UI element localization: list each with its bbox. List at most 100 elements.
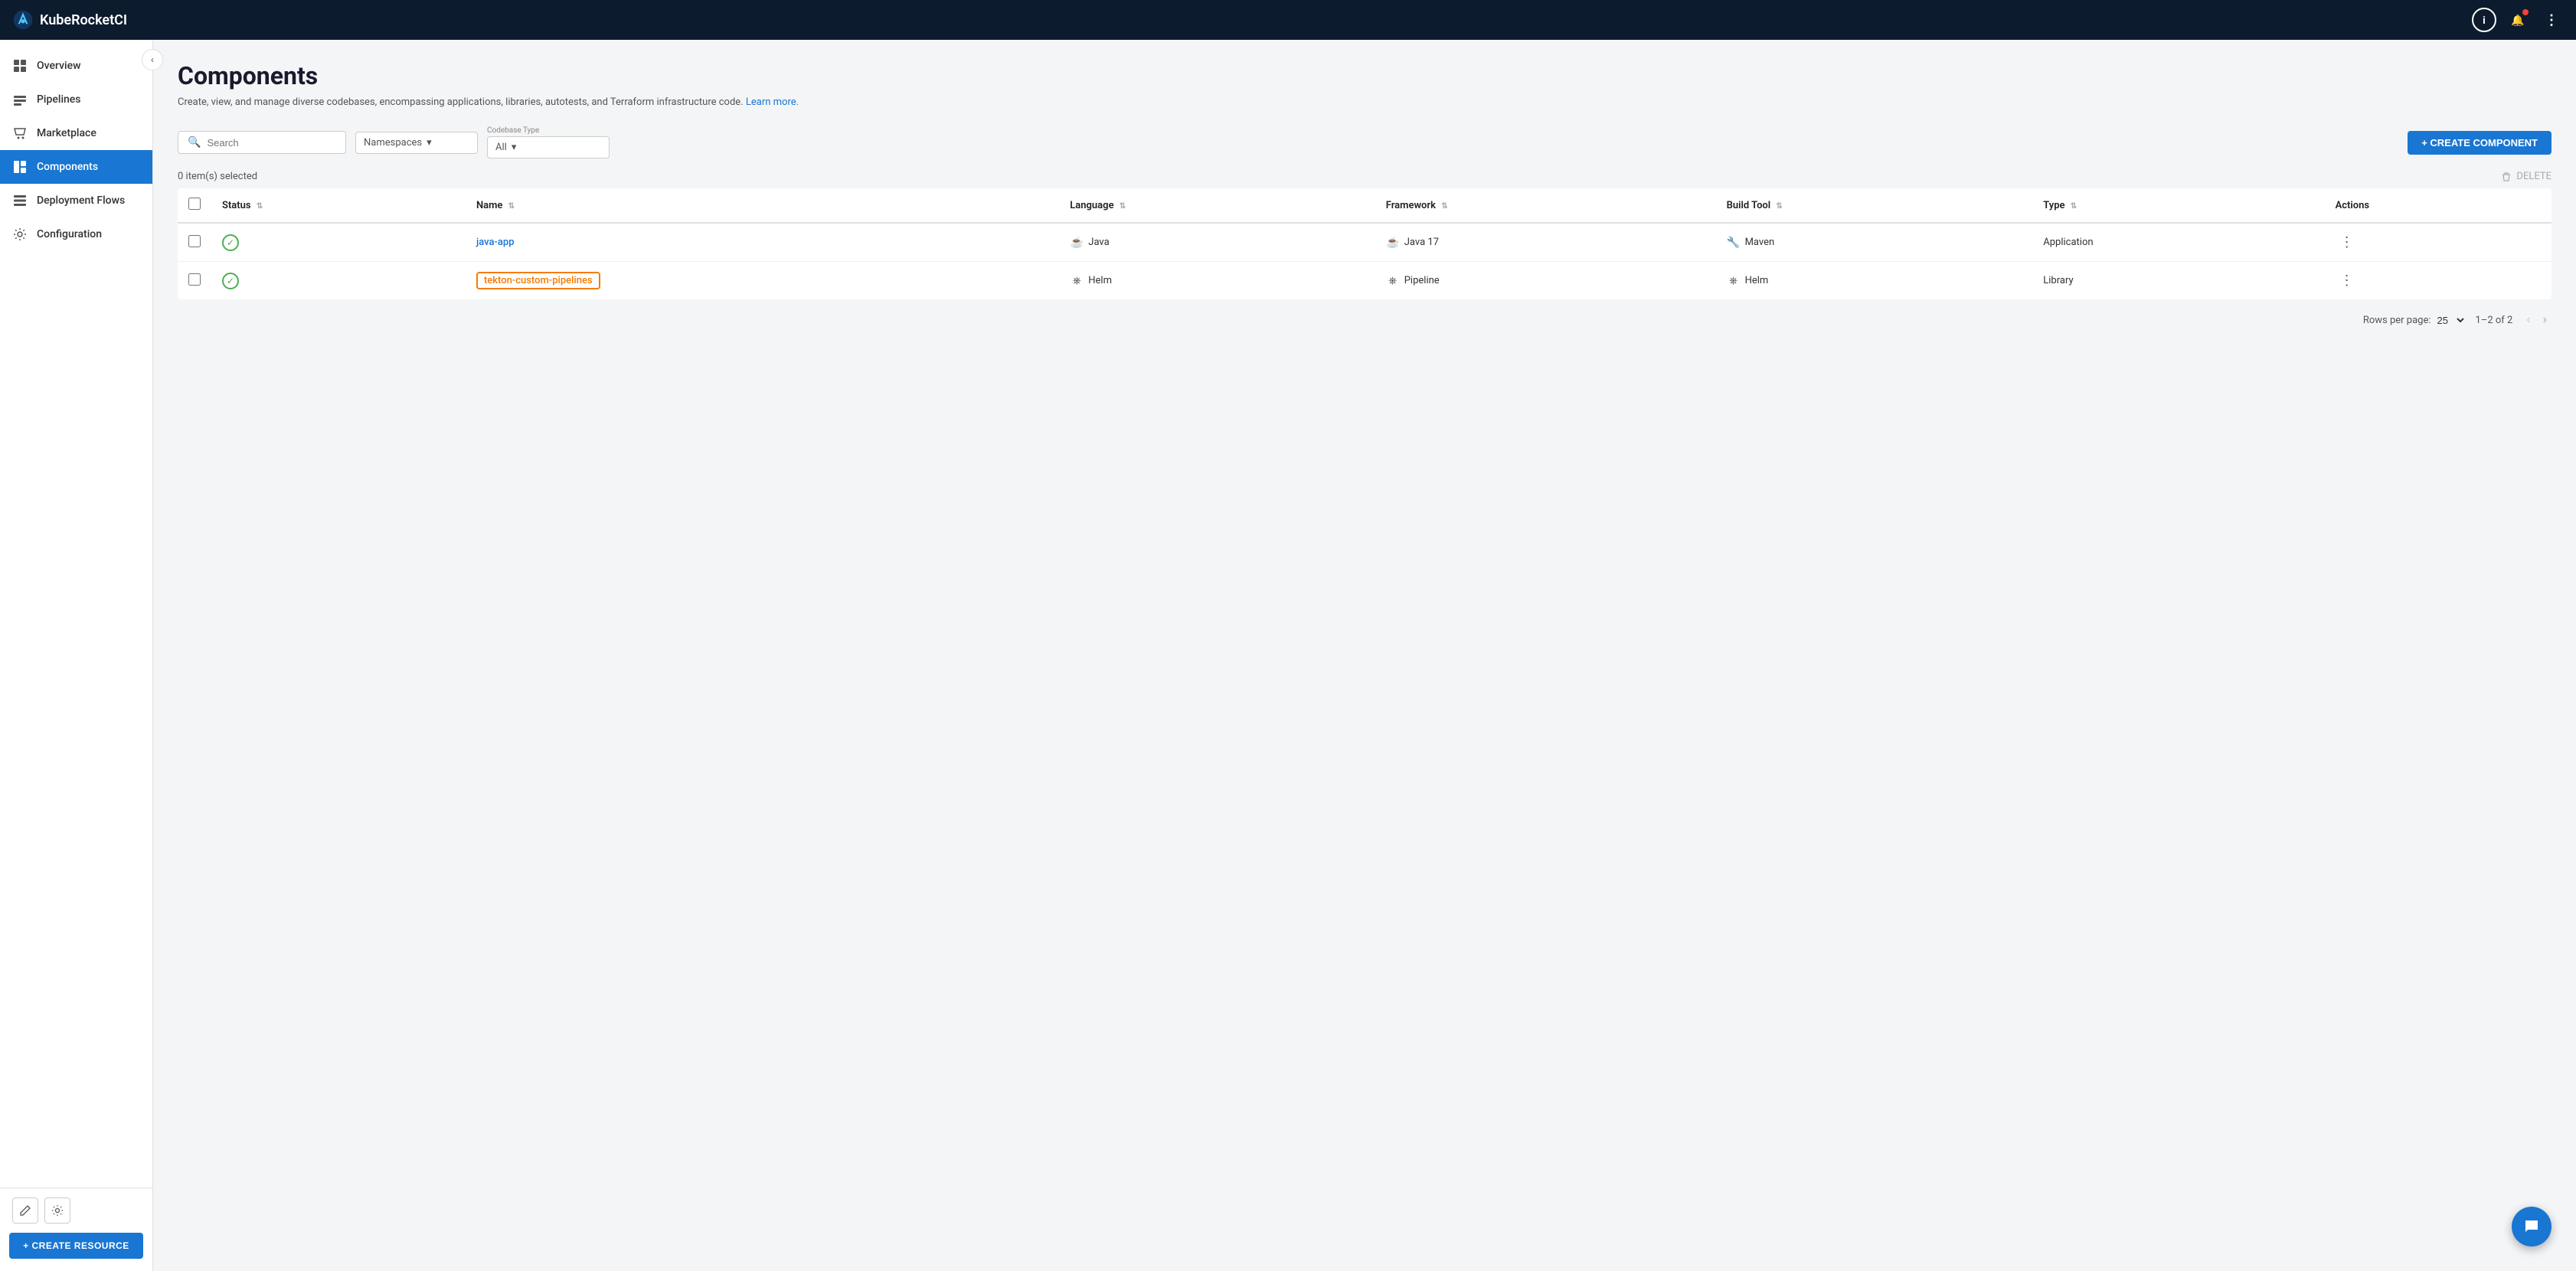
overview-icon <box>12 58 28 74</box>
row-build-tool-cell: 🔧 Maven <box>1716 223 2033 262</box>
deployment-flows-icon <box>12 193 28 208</box>
page-description: Create, view, and manage diverse codebas… <box>178 96 2551 108</box>
select-all-checkbox[interactable] <box>188 198 201 210</box>
pagination-prev-button[interactable]: ‹ <box>2522 312 2535 328</box>
topnav-actions: i 🔔 ⋮ <box>2472 8 2564 32</box>
pagination-next-button[interactable]: › <box>2538 312 2551 328</box>
table-header-checkbox <box>178 188 211 223</box>
table-header-type: Type ⇅ <box>2032 188 2324 223</box>
row-actions-cell: ⋮ <box>2325 262 2551 300</box>
row-checkbox-cell <box>178 262 211 300</box>
sidebar-item-configuration[interactable]: Configuration <box>0 217 152 251</box>
sidebar-deployment-flows-label: Deployment Flows <box>37 194 125 207</box>
marketplace-icon <box>12 126 28 141</box>
row-status-cell: ✓ <box>211 223 466 262</box>
sidebar-item-marketplace[interactable]: Marketplace <box>0 116 152 150</box>
app-name: KubeRocketCI <box>40 12 127 28</box>
search-input[interactable] <box>207 137 336 149</box>
row-language-cell: ☕ Java <box>1059 223 1375 262</box>
row-checkbox[interactable] <box>188 235 201 247</box>
language-sort-icon: ⇅ <box>1120 202 1126 211</box>
configuration-icon <box>12 227 28 242</box>
codebase-type-select[interactable]: All ▾ <box>487 136 610 158</box>
language-icon: ⎈ <box>1070 274 1084 288</box>
search-box: 🔍 <box>178 131 346 154</box>
layout: ‹ Overview Pipelines Marketplace <box>0 40 2576 1271</box>
status-ok-icon: ✓ <box>222 273 239 289</box>
sidebar-item-pipelines[interactable]: Pipelines <box>0 83 152 116</box>
table-row: ✓ java-app ☕ Java ☕ Java 17 🔧 Maven Appl… <box>178 223 2551 262</box>
delete-button[interactable]: DELETE <box>2501 171 2551 182</box>
notification-button[interactable]: 🔔 <box>2506 8 2530 32</box>
sidebar-item-overview[interactable]: Overview <box>0 49 152 83</box>
row-framework-cell: ⎈ Pipeline <box>1375 262 1716 300</box>
row-checkbox-cell <box>178 223 211 262</box>
pipelines-icon <box>12 92 28 107</box>
table-row: ✓ tekton-custom-pipelines ⎈ Helm ⎈ Pipel… <box>178 262 2551 300</box>
table-header-framework: Framework ⇅ <box>1375 188 1716 223</box>
row-checkbox[interactable] <box>188 273 201 286</box>
sidebar-pipelines-label: Pipelines <box>37 93 81 106</box>
app-logo: KubeRocketCI <box>12 9 2472 31</box>
codebase-type-chevron-icon: ▾ <box>512 142 517 153</box>
sidebar-item-deployment-flows[interactable]: Deployment Flows <box>0 184 152 217</box>
framework-sort-icon: ⇅ <box>1441 202 1447 211</box>
sidebar-bottom <box>0 1188 152 1233</box>
row-name-cell: tekton-custom-pipelines <box>466 262 1059 300</box>
framework-value: Java 17 <box>1404 237 1439 248</box>
table-header-status: Status ⇅ <box>211 188 466 223</box>
row-language-cell: ⎈ Helm <box>1059 262 1375 300</box>
build-tool-icon: 🔧 <box>1727 236 1741 250</box>
create-resource-button[interactable]: + CREATE RESOURCE <box>9 1233 143 1259</box>
search-icon: 🔍 <box>188 136 201 149</box>
sidebar-configuration-label: Configuration <box>37 228 102 240</box>
chat-fab-button[interactable] <box>2512 1207 2551 1246</box>
framework-icon: ☕ <box>1386 236 1400 250</box>
framework-value: Pipeline <box>1404 275 1440 286</box>
name-sort-icon: ⇅ <box>508 202 515 211</box>
row-status-cell: ✓ <box>211 262 466 300</box>
build-tool-icon: ⎈ <box>1727 274 1741 288</box>
row-actions-button[interactable]: ⋮ <box>2336 271 2359 290</box>
sidebar-collapse-button[interactable]: ‹ <box>142 49 163 70</box>
status-sort-icon: ⇅ <box>257 202 263 211</box>
table-header-name: Name ⇅ <box>466 188 1059 223</box>
main-content: Components Create, view, and manage dive… <box>153 40 2576 1271</box>
status-ok-icon: ✓ <box>222 234 239 251</box>
table-meta: 0 item(s) selected DELETE <box>178 171 2551 182</box>
sidebar-item-components[interactable]: Components <box>0 150 152 184</box>
build-tool-sort-icon: ⇅ <box>1776 202 1782 211</box>
component-name-link[interactable]: tekton-custom-pipelines <box>476 272 600 289</box>
sidebar-marketplace-label: Marketplace <box>37 127 96 139</box>
sidebar: ‹ Overview Pipelines Marketplace <box>0 40 153 1271</box>
toolbar: 🔍 Namespaces ▾ Codebase Type All ▾ + CRE… <box>178 126 2551 158</box>
top-navigation: KubeRocketCI i 🔔 ⋮ <box>0 0 2576 40</box>
type-value: Library <box>2043 275 2073 286</box>
namespaces-select[interactable]: Namespaces ▾ <box>355 132 478 154</box>
pagination-nav: ‹ › <box>2522 312 2551 328</box>
row-type-cell: Application <box>2032 223 2324 262</box>
type-value: Application <box>2043 237 2093 248</box>
info-button[interactable]: i <box>2472 8 2496 32</box>
sidebar-overview-label: Overview <box>37 60 80 72</box>
build-tool-value: Helm <box>1745 275 1769 286</box>
row-actions-button[interactable]: ⋮ <box>2336 233 2359 252</box>
learn-more-link[interactable]: Learn more. <box>746 96 799 108</box>
rows-per-page-select[interactable]: 25 50 100 <box>2434 314 2466 327</box>
settings-icon-btn[interactable] <box>44 1197 70 1224</box>
pagination: Rows per page: 25 50 100 1–2 of 2 ‹ › <box>178 312 2551 328</box>
edit-icon-btn[interactable] <box>12 1197 38 1224</box>
table-header-language: Language ⇅ <box>1059 188 1375 223</box>
page-title: Components <box>178 61 2551 90</box>
row-framework-cell: ☕ Java 17 <box>1375 223 1716 262</box>
language-value: Helm <box>1088 275 1112 286</box>
language-value: Java <box>1088 237 1109 248</box>
create-component-button[interactable]: + CREATE COMPONENT <box>2408 131 2551 155</box>
namespaces-chevron-icon: ▾ <box>427 137 432 149</box>
menu-button[interactable]: ⋮ <box>2539 8 2564 32</box>
components-icon <box>12 159 28 175</box>
rows-per-page-label: Rows per page: <box>2363 315 2431 326</box>
component-name-link[interactable]: java-app <box>476 237 515 248</box>
selected-count: 0 item(s) selected <box>178 171 257 182</box>
sidebar-nav: Overview Pipelines Marketplace Component… <box>0 40 152 1188</box>
